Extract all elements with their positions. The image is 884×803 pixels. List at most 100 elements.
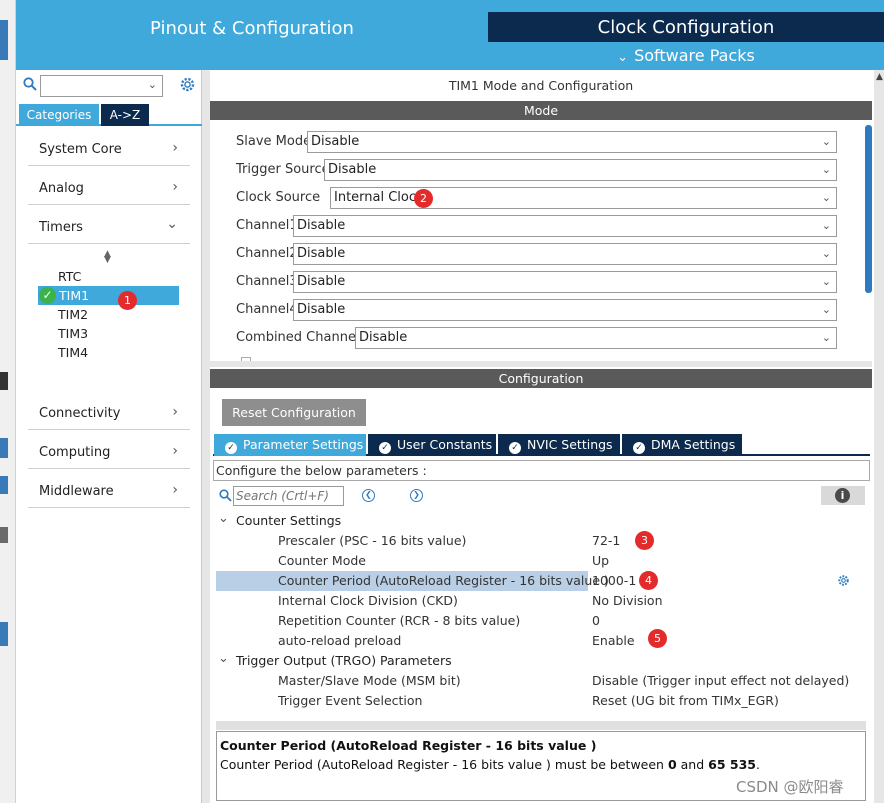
- tab-user-constants[interactable]: ✓ User Constants: [368, 434, 496, 456]
- category-computing[interactable]: Computing ›: [28, 435, 190, 469]
- description-max: 65 535: [708, 757, 756, 772]
- param-value: Reset (UG bit from TIMx_EGR): [592, 693, 779, 708]
- chevron-down-icon: ⌄: [617, 50, 629, 65]
- description-min: 0: [667, 757, 677, 772]
- group-label: Counter Settings: [236, 513, 342, 528]
- software-packs-label: Software Packs: [634, 46, 755, 65]
- category-view-tabs: Categories A->Z: [16, 104, 202, 126]
- chevron-down-icon[interactable]: ⌄: [148, 78, 157, 91]
- select-value: Disable: [359, 330, 408, 345]
- select-value: Disable: [297, 218, 346, 233]
- param-prescaler[interactable]: Prescaler (PSC - 16 bits value) 72-1: [216, 531, 866, 551]
- timer-rtc[interactable]: RTC: [58, 269, 81, 284]
- edge-mark: [0, 527, 8, 543]
- tab-dma-settings[interactable]: ✓ DMA Settings: [622, 434, 742, 456]
- description-splitter[interactable]: [216, 721, 866, 730]
- param-auto-reload-preload[interactable]: auto-reload preload Enable: [216, 631, 866, 651]
- tab-parameter-settings[interactable]: ✓ Parameter Settings: [214, 434, 366, 456]
- param-trigger-event-selection[interactable]: Trigger Event Selection Reset (UG bit fro…: [216, 691, 866, 711]
- instruction-field: Configure the below parameters :: [213, 460, 870, 481]
- scroll-up-icon[interactable]: ▲: [876, 72, 883, 82]
- category-middleware[interactable]: Middleware ›: [28, 474, 190, 508]
- configuration-header: Configuration: [210, 369, 872, 388]
- tab-categories[interactable]: Categories: [19, 104, 99, 126]
- select-value: Disable: [297, 302, 346, 317]
- mode-scrollbar-thumb[interactable]: [865, 125, 872, 293]
- parameter-search-input[interactable]: [233, 486, 344, 506]
- param-name: Prescaler (PSC - 16 bits value): [278, 533, 467, 548]
- channel2-select[interactable]: Disable ⌄: [293, 243, 837, 265]
- background-window-edge: [0, 0, 16, 803]
- category-search-combo[interactable]: ⌄: [40, 75, 163, 97]
- channel4-select[interactable]: Disable ⌄: [293, 299, 837, 321]
- category-label: Analog: [39, 181, 84, 196]
- param-counter-period-selected[interactable]: Counter Period (AutoReload Register - 16…: [216, 571, 866, 591]
- param-name: auto-reload preload: [278, 633, 402, 648]
- param-value: Up: [592, 553, 610, 568]
- param-counter-mode[interactable]: Counter Mode Up: [216, 551, 866, 571]
- chevron-down-icon: ⌄: [821, 331, 831, 344]
- category-system-core[interactable]: System Core ›: [28, 132, 190, 166]
- search-icon: [23, 77, 37, 91]
- tab-a-to-z[interactable]: A->Z: [101, 104, 149, 126]
- info-button[interactable]: i: [821, 486, 865, 505]
- param-internal-clock-division[interactable]: Internal Clock Division (CKD) No Division: [216, 591, 866, 611]
- channel1-select[interactable]: Disable ⌄: [293, 215, 837, 237]
- mode-label: Slave Mode: [236, 134, 312, 149]
- chevron-down-icon: ⌄: [218, 651, 229, 666]
- edge-mark: [0, 20, 8, 60]
- description-prefix: Counter Period (AutoReload Register - 16…: [220, 757, 668, 772]
- edge-mark: [0, 622, 8, 646]
- annotation-badge: 2: [414, 189, 433, 208]
- timer-tim4[interactable]: TIM4: [58, 345, 88, 360]
- edge-mark: [0, 438, 8, 458]
- description-title: Counter Period (AutoReload Register - 16…: [220, 738, 597, 753]
- group-label: Trigger Output (TRGO) Parameters: [236, 653, 452, 668]
- clock-source-select[interactable]: Internal Clock ⌄: [330, 187, 837, 209]
- annotation-badge: 4: [639, 571, 658, 590]
- slave-mode-select[interactable]: Disable ⌄: [307, 131, 837, 153]
- combined-channels-select[interactable]: Disable ⌄: [355, 327, 837, 349]
- category-connectivity[interactable]: Connectivity ›: [28, 396, 190, 430]
- timer-tim1-selected[interactable]: ✓ TIM1: [38, 286, 179, 305]
- annotation-badge: 5: [648, 629, 667, 648]
- edge-mark: [0, 372, 8, 390]
- previous-match-icon[interactable]: ❮: [362, 489, 375, 502]
- select-value: Disable: [328, 162, 377, 177]
- param-name: Trigger Event Selection: [278, 693, 423, 708]
- chevron-down-icon: ⌄: [821, 219, 831, 232]
- timer-label: TIM1: [59, 288, 90, 303]
- group-trigger-output[interactable]: ⌄ Trigger Output (TRGO) Parameters: [216, 651, 516, 671]
- divider[interactable]: [210, 361, 872, 367]
- chevron-right-icon: ›: [172, 179, 178, 195]
- panel-scrollbar-track[interactable]: [874, 70, 884, 803]
- splitter[interactable]: [202, 70, 210, 803]
- category-timers[interactable]: Timers ⌄: [28, 210, 190, 244]
- param-repetition-counter[interactable]: Repetition Counter (RCR - 8 bits value) 0: [216, 611, 866, 631]
- timer-tim3[interactable]: TIM3: [58, 326, 88, 341]
- tab-nvic-settings[interactable]: ✓ NVIC Settings: [498, 434, 620, 456]
- tab-clock-configuration[interactable]: Clock Configuration: [488, 12, 884, 42]
- chevron-right-icon: ›: [172, 482, 178, 498]
- timer-tim2[interactable]: TIM2: [58, 307, 88, 322]
- gear-icon[interactable]: [179, 76, 196, 93]
- chevron-down-icon: ⌄: [821, 163, 831, 176]
- sort-icon[interactable]: ▲ ▼: [104, 250, 111, 265]
- category-label: Computing: [39, 445, 111, 460]
- check-icon: ✓: [509, 442, 521, 454]
- channel3-select[interactable]: Disable ⌄: [293, 271, 837, 293]
- trigger-source-select[interactable]: Disable ⌄: [324, 159, 837, 181]
- select-value: Internal Clock: [334, 190, 424, 205]
- tab-label: Parameter Settings: [243, 437, 364, 452]
- chevron-down-icon: ⌄: [821, 247, 831, 260]
- param-value: No Division: [592, 593, 663, 608]
- mode-label: Channel3: [236, 274, 298, 289]
- category-analog[interactable]: Analog ›: [28, 171, 190, 205]
- gear-icon[interactable]: [837, 574, 850, 587]
- param-master-slave-mode[interactable]: Master/Slave Mode (MSM bit) Disable (Trig…: [216, 671, 866, 691]
- next-match-icon[interactable]: ❯: [410, 489, 423, 502]
- tab-pinout-configuration[interactable]: Pinout & Configuration: [16, 12, 488, 70]
- software-packs-menu[interactable]: ⌄ Software Packs: [488, 42, 884, 70]
- group-counter-settings[interactable]: ⌄ Counter Settings: [216, 511, 516, 531]
- reset-configuration-button[interactable]: Reset Configuration: [222, 399, 366, 426]
